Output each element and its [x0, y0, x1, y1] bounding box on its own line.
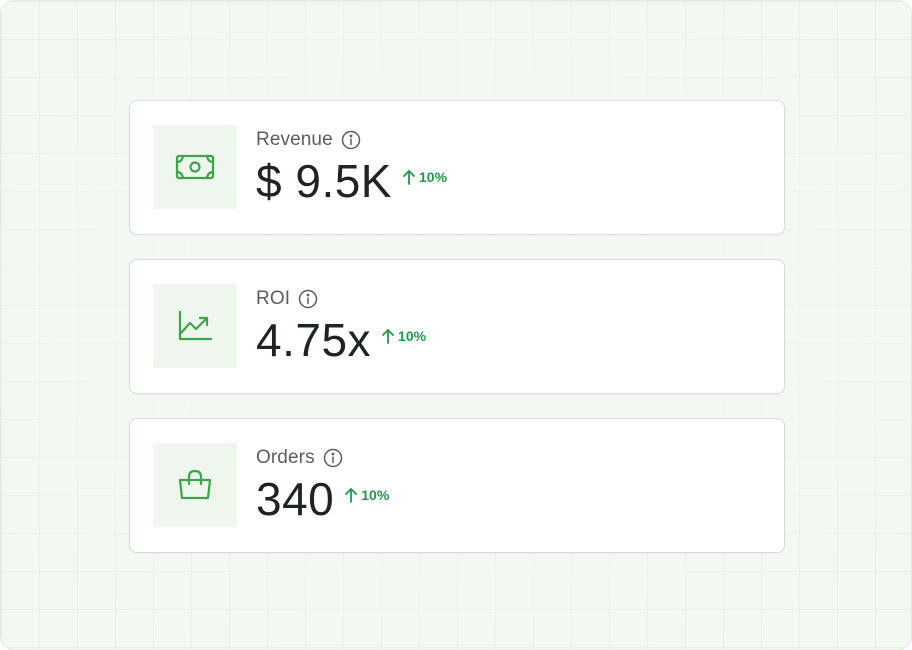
metric-icon-container [153, 443, 237, 527]
shopping-bag-icon [178, 469, 212, 500]
metric-label-row: ROI [256, 286, 426, 312]
metric-delta-value: 10% [419, 169, 448, 185]
metric-value: 4.75x [256, 314, 372, 366]
metric-value-row: $ 9.5K 10% [256, 155, 447, 207]
info-icon[interactable] [323, 448, 343, 468]
metric-delta-badge: 10% [381, 328, 426, 344]
metric-value: $ 9.5K [256, 155, 392, 207]
metric-label-row: Orders [256, 445, 389, 471]
metric-label: Revenue [256, 129, 333, 150]
metric-label-row: Revenue [256, 127, 447, 153]
info-icon[interactable] [341, 130, 361, 150]
metric-label: ROI [256, 288, 291, 309]
banknote-icon [175, 154, 215, 180]
metric-content: Revenue $ 9.5K 10% [256, 127, 447, 207]
metric-delta-value: 10% [398, 328, 427, 344]
metric-icon-container [153, 125, 237, 209]
metric-card-list: Revenue $ 9.5K 10% ROI 4.75x 10% Orders … [129, 100, 785, 577]
metric-card-roi: ROI 4.75x 10% [129, 259, 785, 394]
metric-delta-badge: 10% [402, 169, 447, 185]
arrow-up-icon [345, 488, 358, 503]
metric-value-row: 4.75x 10% [256, 314, 426, 366]
info-icon[interactable] [298, 289, 318, 309]
metric-delta-badge: 10% [344, 487, 389, 503]
metric-value-row: 340 10% [256, 473, 389, 525]
metric-icon-container [153, 284, 237, 368]
metric-card-revenue: Revenue $ 9.5K 10% [129, 100, 785, 235]
metric-value: 340 [256, 473, 335, 525]
metric-delta-value: 10% [361, 487, 390, 503]
background-panel: Revenue $ 9.5K 10% ROI 4.75x 10% Orders … [0, 0, 912, 650]
metric-content: Orders 340 10% [256, 445, 389, 525]
trending-up-chart-icon [178, 310, 213, 341]
metric-card-orders: Orders 340 10% [129, 418, 785, 553]
arrow-up-icon [382, 329, 394, 344]
metric-label: Orders [256, 447, 315, 468]
metric-content: ROI 4.75x 10% [256, 286, 426, 366]
arrow-up-icon [403, 170, 415, 185]
